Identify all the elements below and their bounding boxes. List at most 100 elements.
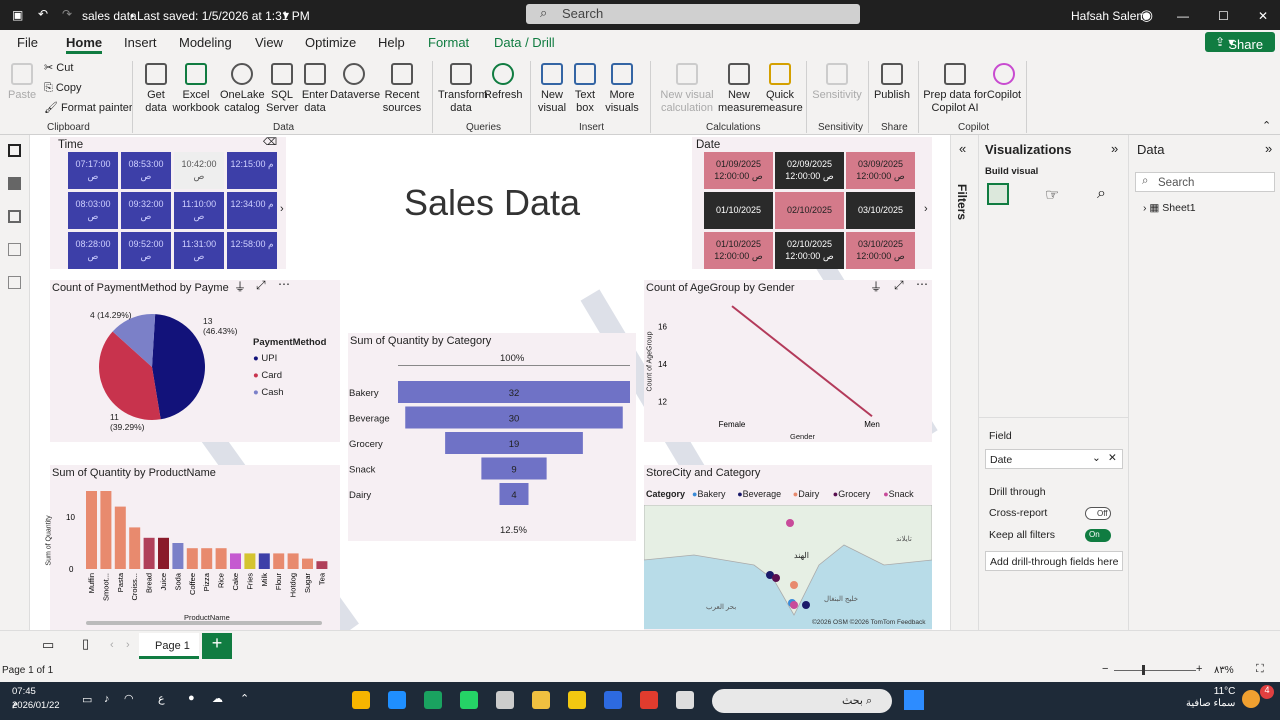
- minimize-button[interactable]: —: [1177, 9, 1189, 23]
- date-slicer-item[interactable]: 02/10/2025: [775, 192, 844, 229]
- map-area[interactable]: الهند بحر العرب خليج البنغال تايلاند ©20…: [643, 504, 933, 629]
- product-bar[interactable]: [158, 537, 169, 569]
- chevron-up-icon[interactable]: ⌃: [240, 692, 249, 705]
- cut-button[interactable]: ✂ Cut: [44, 62, 73, 75]
- map-attribution[interactable]: ©2026 OSM ©2026 TomTom Feedback: [812, 619, 926, 626]
- date-field-well[interactable]: Date ⌄ ✕: [985, 449, 1123, 469]
- save-icon[interactable]: ▣: [12, 8, 23, 22]
- battery-icon[interactable]: ▭: [82, 693, 92, 706]
- product-bar[interactable]: [316, 561, 328, 569]
- taskbar-search-input[interactable]: بحث ⌕: [712, 689, 892, 713]
- product-bar-visual[interactable]: Sum of Quantity by ProductName 10 0 Muffin…: [46, 465, 340, 630]
- date-slicer-item[interactable]: 03/10/2025: [846, 192, 915, 229]
- time-slicer-item[interactable]: 12:34:00 م: [227, 192, 277, 229]
- sensitivity-button[interactable]: Sensitivity: [812, 63, 862, 102]
- redo-icon[interactable]: ↷: [62, 7, 72, 21]
- prep-data-copilot-button[interactable]: Prep data for Copilot AI: [922, 63, 988, 115]
- store-city-map-visual[interactable]: StoreCity and Category Category الهند بح…: [643, 465, 933, 630]
- taskbar-app-icon[interactable]: [352, 691, 370, 709]
- tab-data-drill[interactable]: Data / Drill: [494, 35, 555, 50]
- page-tab[interactable]: Page 1: [139, 633, 199, 659]
- product-bar[interactable]: [100, 491, 112, 569]
- filters-pane-collapsed[interactable]: « Filters: [950, 135, 978, 630]
- dax-query-view-icon[interactable]: [8, 243, 21, 256]
- date[interactable]: 2026/01/22: [12, 700, 60, 711]
- product-bar[interactable]: [258, 553, 270, 569]
- eraser-icon[interactable]: ⌫: [263, 137, 277, 148]
- chevron-left-icon[interactable]: ‹: [110, 639, 114, 651]
- publish-button[interactable]: Publish: [872, 63, 912, 102]
- chevron-down-icon[interactable]: ▾: [283, 8, 289, 22]
- tab-help[interactable]: Help: [378, 35, 405, 50]
- time-slicer-item[interactable]: 12:58:00 م: [227, 232, 277, 269]
- tab-optimize[interactable]: Optimize: [305, 35, 356, 50]
- product-bar[interactable]: [244, 553, 256, 569]
- keep-filters-toggle[interactable]: On: [1085, 529, 1111, 542]
- date-slicer-item[interactable]: 01/10/2025 12:00:00 ص: [704, 232, 773, 269]
- product-bar[interactable]: [215, 548, 227, 569]
- analytics-tab-icon[interactable]: ⌕: [1097, 185, 1106, 203]
- recent-sources-button[interactable]: Recent sources: [378, 63, 426, 115]
- tab-file[interactable]: File: [17, 35, 38, 50]
- chevron-up-icon[interactable]: ⌃: [1262, 119, 1271, 132]
- chevron-right-icon[interactable]: ›: [924, 203, 928, 215]
- taskbar-app-icon[interactable]: [388, 691, 406, 709]
- taskbar-app-icon[interactable]: [604, 691, 622, 709]
- taskbar-app-icon[interactable]: [424, 691, 442, 709]
- product-bar[interactable]: [186, 548, 198, 569]
- fit-to-page-icon[interactable]: ⛶: [1256, 663, 1264, 676]
- enter-data-button[interactable]: Enter data: [300, 63, 330, 115]
- date-slicer[interactable]: Date › 01/09/2025 12:00:00 ص 02/09/2025 1…: [692, 137, 932, 269]
- horizontal-scrollbar[interactable]: [86, 621, 322, 625]
- share-button[interactable]: ⇪ Share ▾: [1205, 32, 1275, 52]
- refresh-button[interactable]: Refresh: [484, 63, 523, 102]
- more-visuals-button[interactable]: More visuals: [600, 63, 644, 115]
- taskbar-app-icon[interactable]: [460, 691, 478, 709]
- tab-view[interactable]: View: [255, 35, 283, 50]
- avatar[interactable]: ◉: [1140, 6, 1153, 24]
- product-bar[interactable]: [230, 553, 241, 569]
- zoom-thumb[interactable]: [1142, 665, 1145, 675]
- taskbar-app-icon[interactable]: [532, 691, 550, 709]
- zoom-in-button[interactable]: +: [1196, 663, 1202, 675]
- time-slicer-item[interactable]: 09:52:00 ص: [121, 232, 171, 269]
- data-search-input[interactable]: ⌕ Search: [1135, 172, 1275, 192]
- chevron-down-icon[interactable]: ⌄: [1092, 452, 1101, 464]
- chevron-right-icon[interactable]: ›: [126, 639, 130, 651]
- file-name[interactable]: sales data: [82, 9, 137, 23]
- input-language[interactable]: ع: [158, 692, 165, 705]
- date-slicer-item[interactable]: 01/09/2025 12:00:00 ص: [704, 152, 773, 189]
- time-slicer-item[interactable]: 11:10:00 ص: [174, 192, 224, 229]
- tab-insert[interactable]: Insert: [124, 35, 157, 50]
- dataverse-button[interactable]: Dataverse: [330, 63, 380, 102]
- tab-format[interactable]: Format: [428, 35, 469, 50]
- search-input[interactable]: ⌕ Search: [526, 4, 860, 24]
- agegroup-line-visual[interactable]: Count of AgeGroup by Gender ⏚ ⤢ ⋯ 16 14 12…: [644, 277, 932, 442]
- new-visual-button[interactable]: New visual: [536, 63, 568, 115]
- chevron-right-icon[interactable]: ›: [280, 203, 284, 215]
- mobile-layout-icon[interactable]: ▯: [82, 636, 89, 652]
- tmdl-view-icon[interactable]: [8, 276, 21, 289]
- undo-icon[interactable]: ↶: [38, 7, 48, 21]
- date-slicer-item[interactable]: 01/10/2025: [704, 192, 773, 229]
- new-visual-calculation-button[interactable]: New visual calculation: [656, 63, 718, 115]
- transform-data-button[interactable]: Transform data: [438, 63, 488, 115]
- date-slicer-item[interactable]: 02/09/2025 12:00:00 ص: [775, 152, 844, 189]
- product-bar[interactable]: [287, 553, 299, 569]
- desktop-layout-icon[interactable]: ▭: [42, 637, 54, 653]
- time-slicer-item[interactable]: 11:31:00 ص: [174, 232, 224, 269]
- product-bar[interactable]: [143, 537, 155, 569]
- time-slicer-item[interactable]: 08:28:00 ص: [68, 232, 118, 269]
- excel-workbook-button[interactable]: Excel workbook: [172, 63, 220, 115]
- chevron-left-icon[interactable]: «: [959, 141, 966, 156]
- chevron-right-icon[interactable]: »: [1111, 141, 1118, 156]
- build-visual-tab-icon[interactable]: [987, 183, 1009, 205]
- time-slicer[interactable]: Time ⌫ › 07:17:00 ص 08:53:00 ص 10:42:00 ص1…: [50, 137, 286, 269]
- table-view-icon[interactable]: [8, 177, 21, 190]
- time-slicer-item[interactable]: 09:32:00 ص: [121, 192, 171, 229]
- taskbar-app-icon[interactable]: [640, 691, 658, 709]
- date-slicer-item[interactable]: 02/10/2025 12:00:00 ص: [775, 232, 844, 269]
- onelake-catalog-button[interactable]: OneLake catalog: [220, 63, 265, 115]
- weather[interactable]: 11°C سماء صافية: [1186, 686, 1235, 710]
- zoom-out-button[interactable]: −: [1102, 663, 1108, 675]
